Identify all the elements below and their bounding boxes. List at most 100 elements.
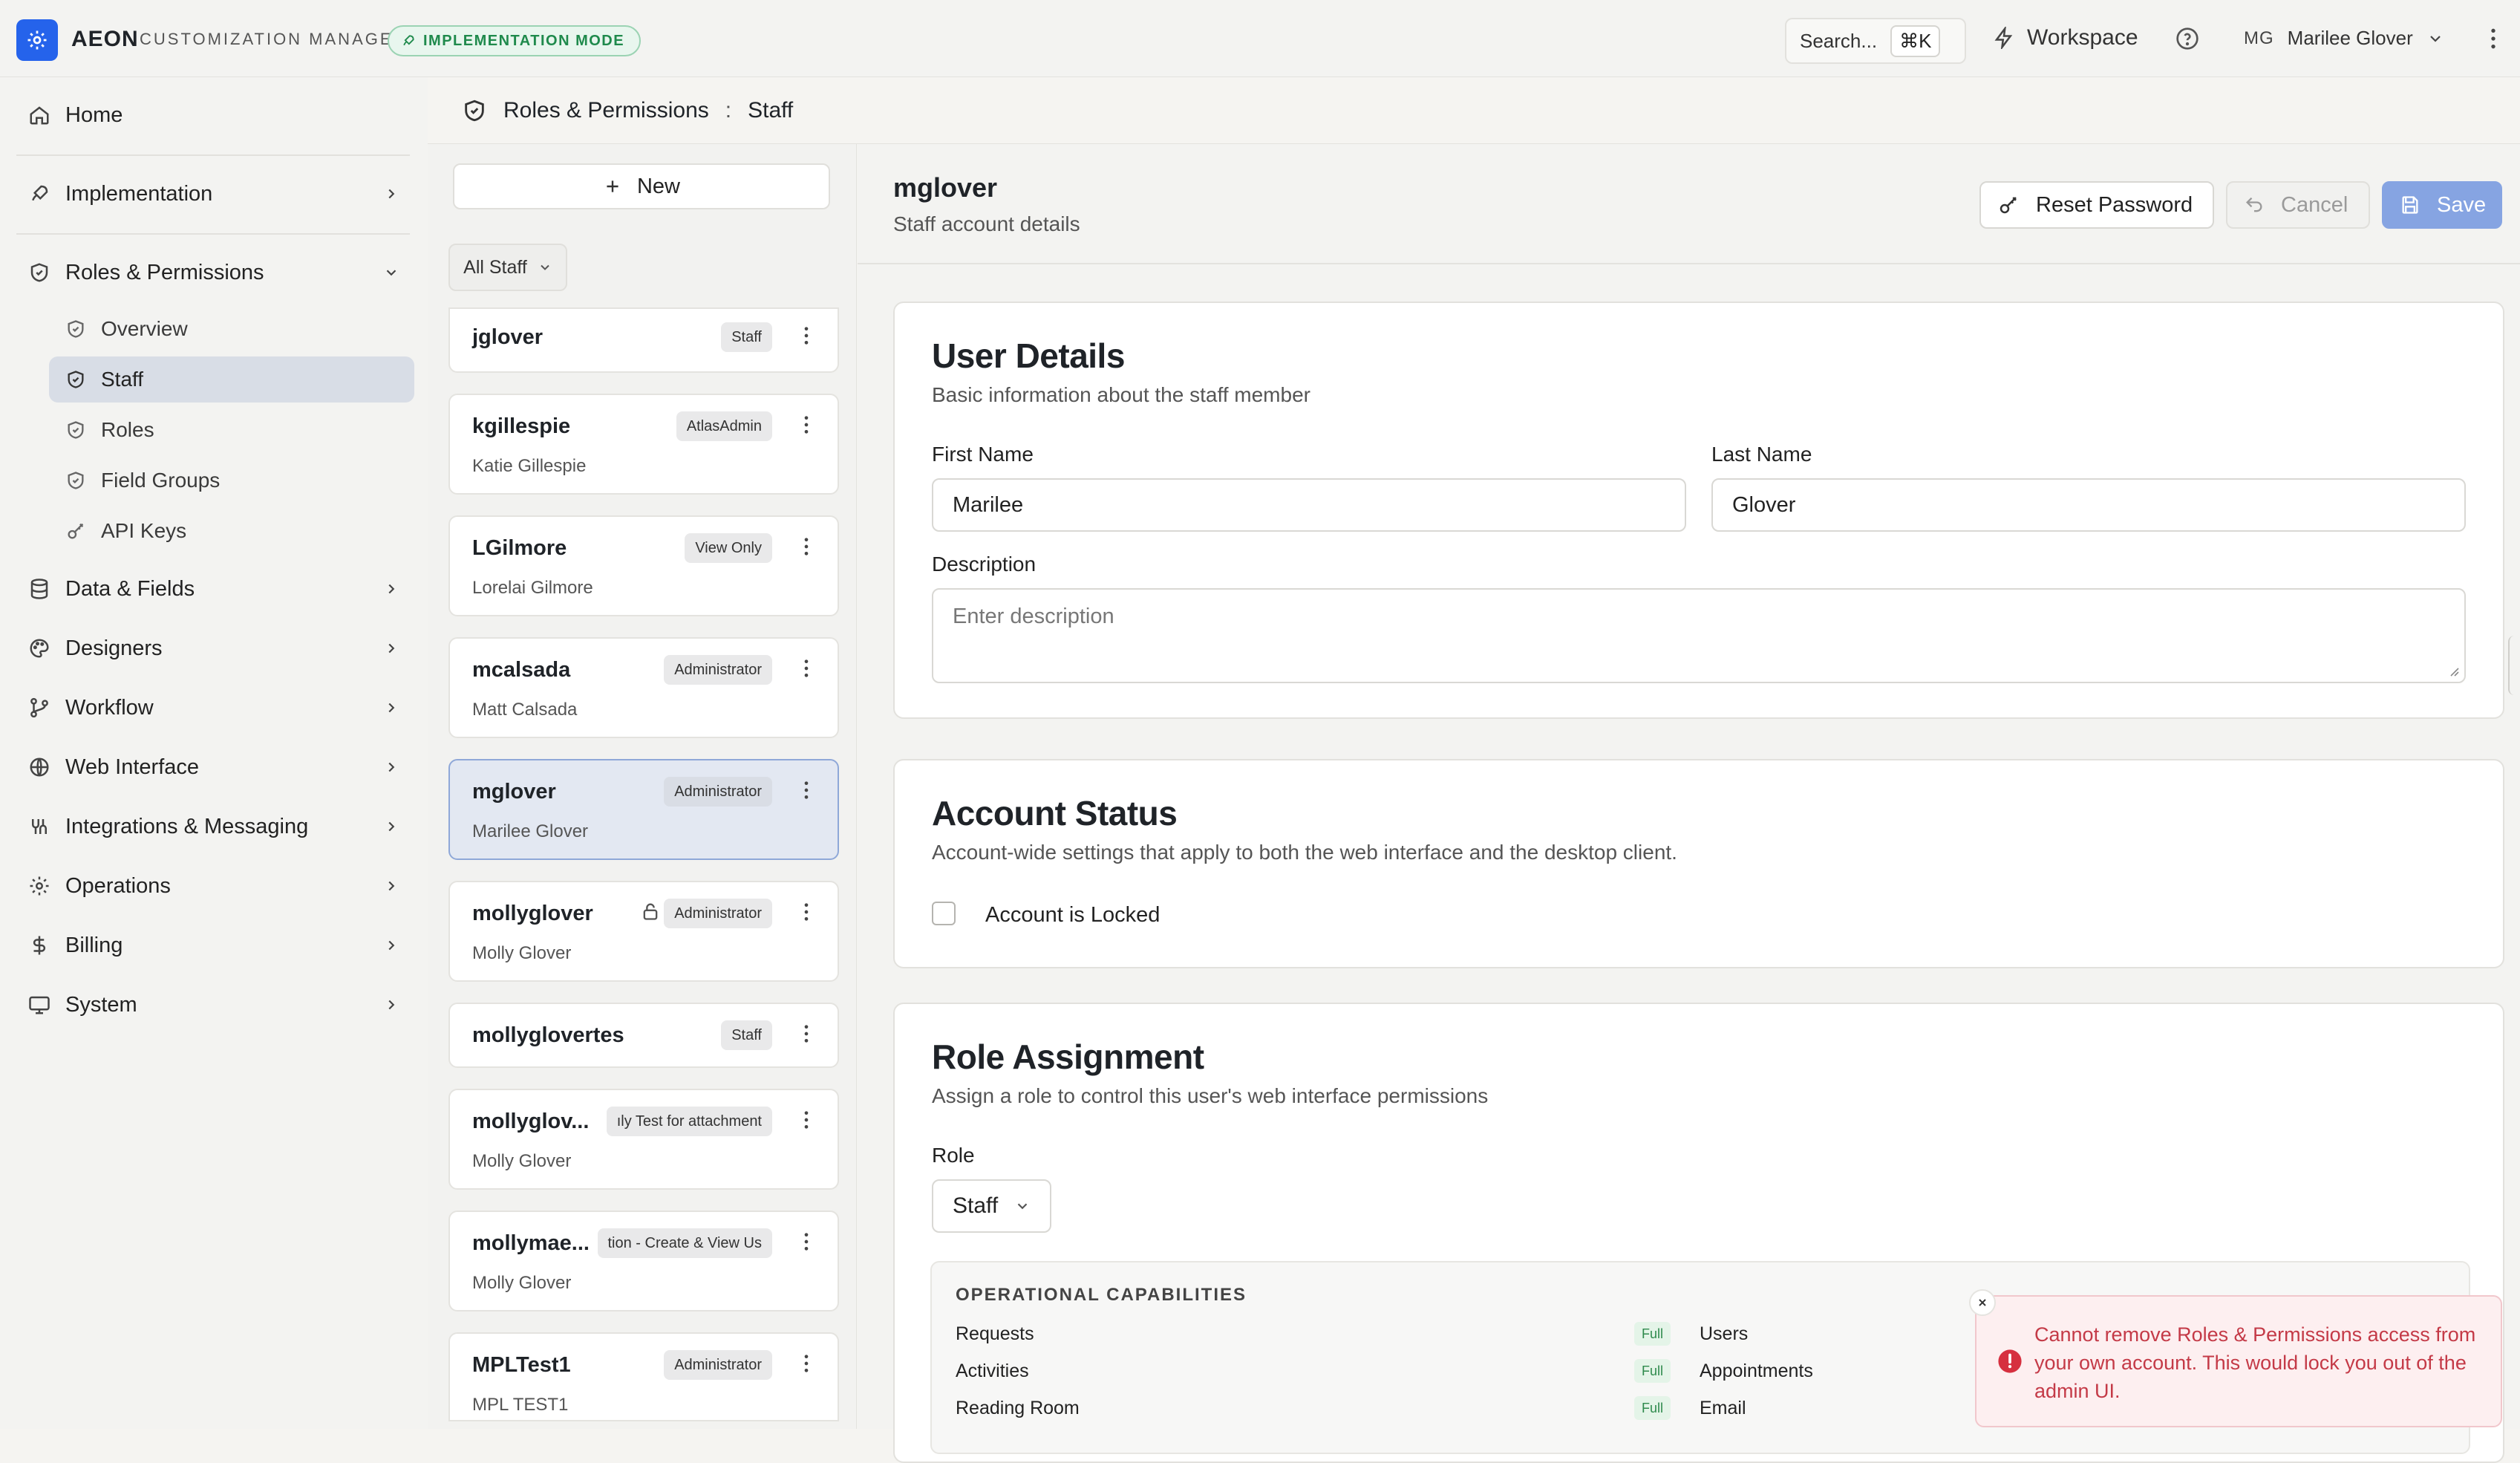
staff-card[interactable]: mollyglov... ıly Test for attachment Mol… [448,1089,839,1190]
more-vertical-icon[interactable] [803,1110,809,1130]
capability-level-badge: Full [1634,1359,1671,1383]
staff-card[interactable]: LGilmore View Only Lorelai Gilmore [448,515,839,616]
more-vertical-icon[interactable] [803,780,809,801]
section-description: Assign a role to control this user's web… [932,1084,1489,1107]
sidebar-item-roles-permissions[interactable]: Roles & Permissions [16,248,410,297]
workspace-button[interactable]: Workspace [1993,25,2138,50]
sidebar-item-operations[interactable]: Operations [16,861,410,910]
description-placeholder: Enter description [953,605,1114,628]
sidebar-item-web-interface[interactable]: Web Interface [16,743,410,792]
staff-username: MPLTest1 [472,1353,571,1377]
staff-card[interactable]: mollyglover Administrator Molly Glover [448,881,839,982]
save-button[interactable]: Save [2382,181,2502,229]
role-badge: Staff [721,322,772,352]
staff-card[interactable]: mcalsada Administrator Matt Calsada [448,637,839,738]
staff-card[interactable]: mollyglovertes Staff [448,1003,839,1068]
sidebar-sub-label: Overview [101,317,188,340]
sidebar-item-label: Billing [65,933,123,957]
staff-card[interactable]: kgillespie AtlasAdmin Katie Gillespie [448,394,839,495]
breadcrumb-current: Staff [748,97,794,123]
role-badge: Administrator [664,899,772,928]
sidebar-item-billing[interactable]: Billing [16,921,410,970]
sidebar-sub-field-groups[interactable]: Field Groups [49,457,414,504]
capability-label: Requests [956,1323,1034,1344]
section-title: Account Status [932,794,1178,832]
search-shortcut: ⌘K [1890,25,1941,57]
staff-filter-select[interactable]: All Staff [448,244,567,291]
more-vertical-icon[interactable] [803,536,809,557]
sidebar-sub-staff[interactable]: Staff [49,356,414,403]
more-vertical-icon[interactable] [803,414,809,435]
chevron-right-icon [383,759,399,775]
brand-name: AEON [71,27,139,51]
sidebar-sub-roles[interactable]: Roles [49,407,414,453]
more-vertical-icon[interactable] [2489,27,2498,50]
capability-label: Email [1700,1398,1746,1418]
sidebar-item-data-fields[interactable]: Data & Fields [16,564,410,613]
description-label: Description [932,553,1037,576]
staff-card[interactable]: MPLTest1 Administrator MPL TEST1 [448,1332,839,1421]
sidebar-divider [16,233,410,235]
cancel-button[interactable]: Cancel [2226,181,2370,229]
more-vertical-icon[interactable] [803,902,809,922]
first-name-label: First Name [932,443,1034,466]
top-bar: AEON CUSTOMIZATION MANAGER IMPLEMENTATIO… [0,0,2520,77]
avatar: MG [2244,27,2274,48]
close-icon[interactable] [1969,1289,1996,1316]
last-name-field[interactable]: Glover [1711,478,2466,532]
plus-icon [603,177,622,196]
staff-fullname: Molly Glover [472,943,572,963]
user-menu[interactable]: MG Marilee Glover [2244,27,2444,50]
more-vertical-icon[interactable] [803,1023,809,1044]
staff-card-selected[interactable]: mglover Administrator Marilee Glover [448,759,839,860]
capability-level-badge: Full [1634,1396,1671,1420]
role-select[interactable]: Staff [932,1179,1052,1233]
rocket-icon [28,183,50,205]
help-icon[interactable] [2175,27,2199,50]
sidebar-item-implementation[interactable]: Implementation [16,169,410,218]
role-badge: Administrator [664,655,772,685]
sidebar-sub-overview[interactable]: Overview [49,306,414,352]
account-locked-checkbox[interactable] [932,902,956,925]
breadcrumb-section[interactable]: Roles & Permissions [503,98,709,123]
search-input[interactable]: Search... ⌘K [1785,18,1966,64]
plug-icon [28,815,50,838]
sidebar-item-label: Implementation [65,181,213,206]
key-icon [65,521,86,541]
more-vertical-icon[interactable] [803,1353,809,1374]
lock-icon [640,900,661,922]
sidebar-item-integrations-messaging[interactable]: Integrations & Messaging [16,802,410,851]
more-vertical-icon[interactable] [803,658,809,679]
staff-username: mollyglovertes [472,1023,624,1047]
capability-level-badge: Full [1634,1322,1671,1346]
new-label: New [636,174,680,198]
sidebar-item-label: Home [65,102,123,127]
sidebar-item-designers[interactable]: Designers [16,624,410,673]
reset-password-button[interactable]: Reset Password [1979,181,2214,229]
capability-label: Activities [956,1361,1029,1381]
staff-card[interactable]: mollymae... tion - Create & View Us Moll… [448,1211,839,1312]
shield-check-icon [65,319,86,339]
shield-check-icon [65,369,86,390]
description-field[interactable]: Enter description [932,588,2466,683]
app-logo-icon[interactable] [16,19,58,61]
chevron-right-icon [383,581,399,597]
more-vertical-icon[interactable] [803,1231,809,1252]
sidebar-item-label: Roles & Permissions [65,260,264,284]
capability-label: Appointments [1700,1361,1813,1381]
sidebar-item-workflow[interactable]: Workflow [16,683,410,732]
new-staff-button[interactable]: New [453,163,830,209]
staff-card[interactable]: jglover Staff [448,307,839,373]
sidebar-item-home[interactable]: Home [16,91,410,140]
scroll-handle[interactable] [2508,636,2520,695]
sidebar-sub-label: API Keys [101,519,187,542]
sidebar-item-system[interactable]: System [16,980,410,1029]
resize-handle-icon[interactable] [2445,662,2460,677]
first-name-field[interactable]: Marilee [932,478,1686,532]
chevron-right-icon [383,997,399,1013]
more-vertical-icon[interactable] [803,325,809,346]
role-badge: Administrator [664,1350,772,1380]
chevron-down-icon [383,264,399,281]
staff-fullname: Katie Gillespie [472,456,587,476]
sidebar-sub-api-keys[interactable]: API Keys [49,508,414,554]
